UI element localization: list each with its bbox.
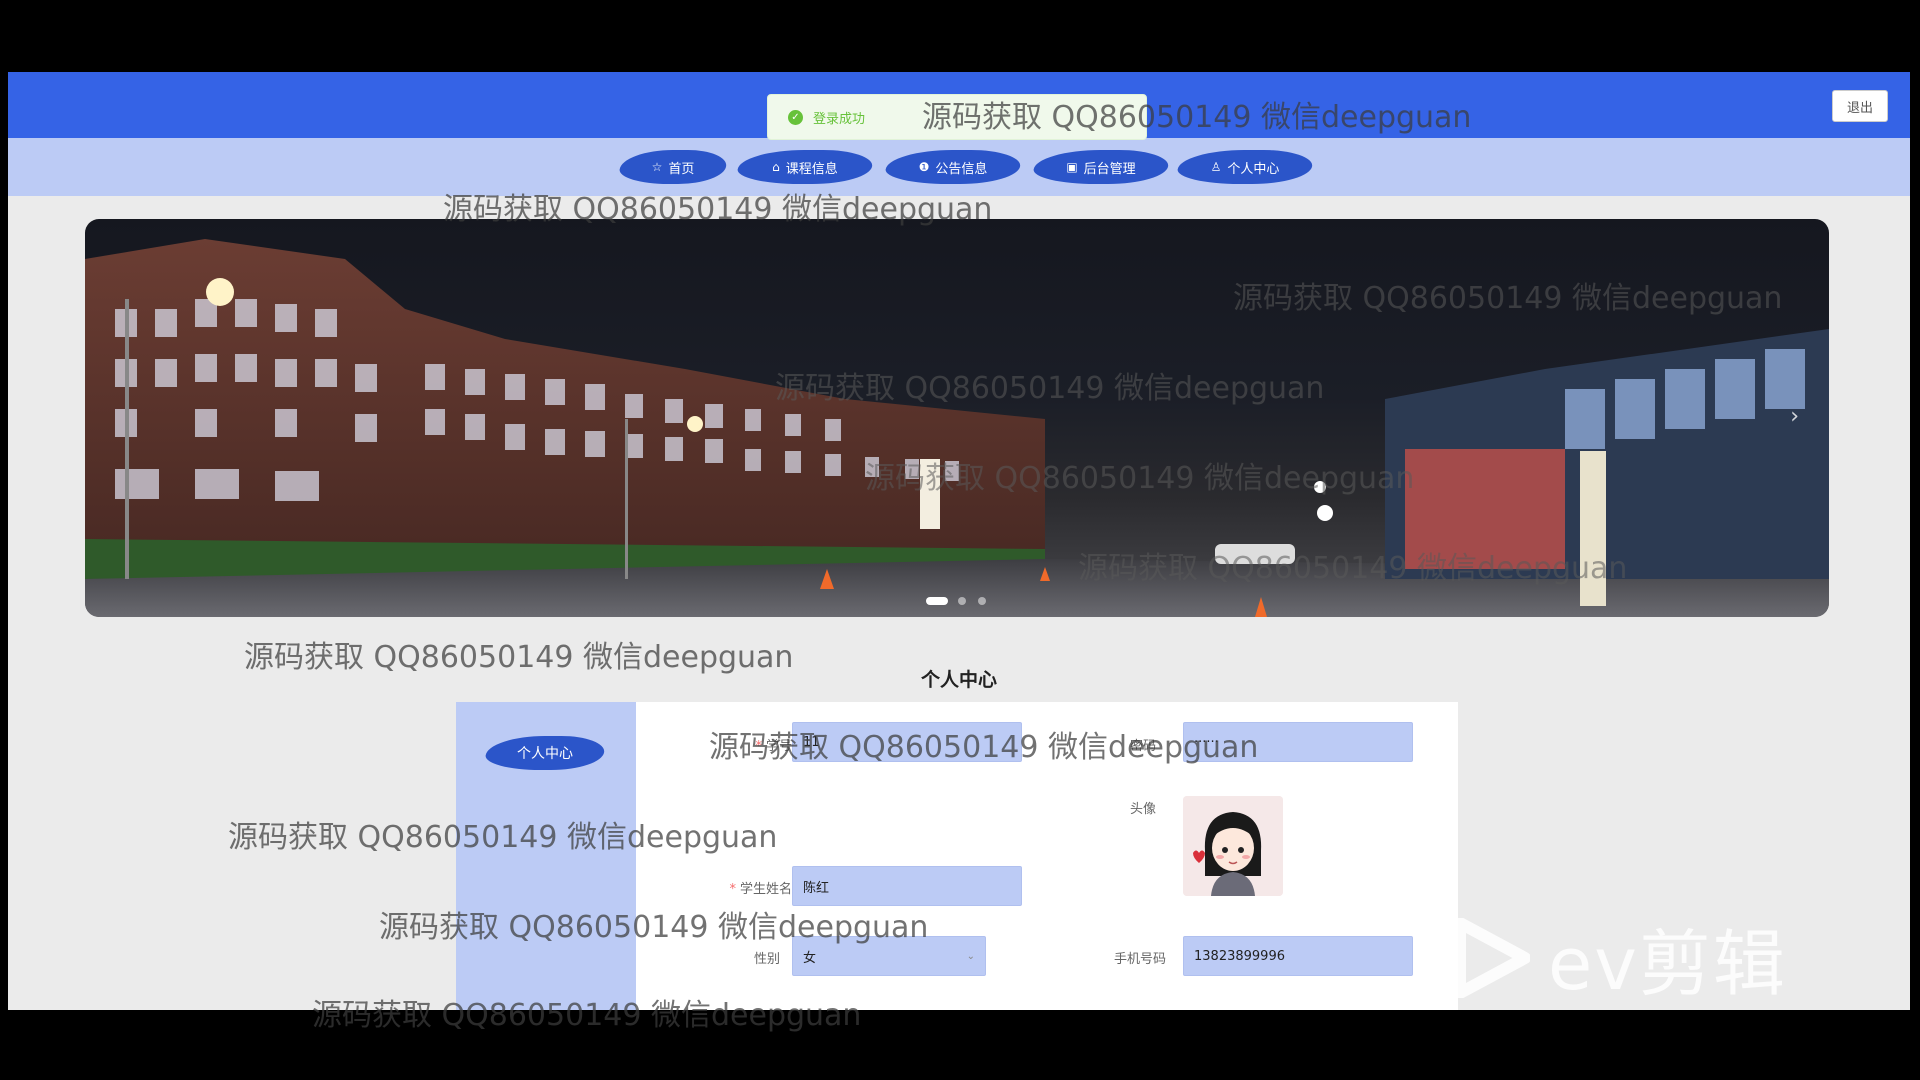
nav-item-announcements[interactable]: ❶ 公告信息 [886, 148, 1020, 186]
sidebar-item-profile[interactable]: 个人中心 [486, 734, 604, 772]
account-field[interactable]: 11 [792, 722, 1022, 762]
ev-editor-logo-text: ev剪辑 [1548, 922, 1787, 1006]
gender-value: 女 [803, 950, 817, 966]
avatar-label: 头像 [1129, 802, 1156, 817]
carousel-dot[interactable] [978, 597, 986, 605]
nav-item-label: 公告信息 [935, 161, 988, 177]
account-label: * 学号 [755, 739, 792, 754]
check-circle-icon: ✓ [788, 109, 803, 125]
nav-item-courses[interactable]: ⌂ 课程信息 [738, 148, 872, 186]
carousel-dot-active[interactable] [926, 597, 948, 605]
password-label: 密码 [1129, 739, 1156, 754]
chevron-down-icon: ⌄ [966, 950, 975, 962]
main-nav: ☆ 首页 ⌂ 课程信息 ❶ 公告信息 ▣ 后台管理 ♙ 个人中心 [8, 138, 1910, 196]
nav-item-label: 课程信息 [785, 161, 838, 177]
briefcase-icon: ▣ [1066, 160, 1078, 174]
profile-form-card: 个人中心 * 学号 11 密码 ······ 头像 * 学生姓名 陈红 性别 女… [456, 702, 1458, 1010]
phone-field[interactable]: 13823899996 [1183, 936, 1413, 976]
profile-sidebar: 个人中心 [456, 702, 636, 1010]
home-icon: ⌂ [772, 160, 780, 174]
ev-editor-logo: ev剪辑 [1450, 905, 1787, 1010]
password-field[interactable]: ······ [1183, 722, 1413, 762]
chevron-right-icon[interactable]: › [1790, 404, 1799, 429]
nav-item-home[interactable]: ☆ 首页 [620, 148, 726, 186]
avatar[interactable] [1183, 796, 1283, 896]
campus-night-photo [85, 239, 1829, 617]
nav-item-profile[interactable]: ♙ 个人中心 [1178, 148, 1312, 186]
avatar-girl-illustration [1183, 796, 1283, 896]
star-icon: ☆ [651, 160, 663, 174]
section-title: 个人中心 [920, 669, 997, 691]
carousel-dot[interactable] [958, 597, 966, 605]
nav-item-label: 首页 [668, 161, 695, 177]
logout-button[interactable]: 退出 [1832, 90, 1888, 122]
nav-item-label: 后台管理 [1083, 161, 1136, 177]
gender-label: 性别 [753, 952, 780, 967]
nav-item-admin[interactable]: ▣ 后台管理 [1034, 148, 1168, 186]
student-name-field[interactable]: 陈红 [792, 866, 1022, 906]
app-viewport: 退出 ✓ 登录成功 ☆ 首页 ⌂ 课程信息 ❶ 公告信息 ▣ 后台管理 ♙ 个人… [8, 72, 1910, 1010]
user-icon: ♙ [1210, 160, 1222, 174]
success-toast: ✓ 登录成功 [767, 94, 1147, 140]
toast-message: 登录成功 [813, 111, 866, 127]
info-icon: ❶ [918, 160, 930, 174]
banner-carousel[interactable]: › [85, 219, 1829, 617]
student-name-label: * 学生姓名 [729, 882, 792, 897]
nav-item-label: 个人中心 [1227, 161, 1280, 177]
play-icon [1454, 917, 1530, 998]
phone-label: 手机号码 [1113, 952, 1166, 967]
gender-select[interactable]: 女 ⌄ [792, 936, 986, 976]
